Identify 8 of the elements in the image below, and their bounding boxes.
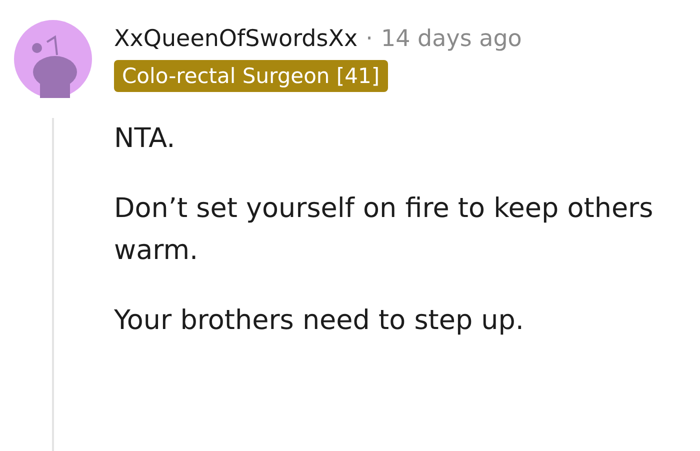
avatar-icon[interactable] (14, 20, 92, 98)
username-link[interactable]: XxQueenOfSwordsXx (114, 26, 358, 52)
comment-paragraph: NTA. (114, 122, 176, 156)
comment-paragraph: Don’t set yourself on fire to keep others warm. (114, 192, 654, 268)
comment-paragraph: Your brothers need to step up. (114, 304, 526, 338)
separator-dot: · (366, 26, 373, 52)
user-flair: Colo-rectal Surgeon [41] (114, 60, 388, 92)
timestamp: 14 days ago (380, 26, 522, 52)
